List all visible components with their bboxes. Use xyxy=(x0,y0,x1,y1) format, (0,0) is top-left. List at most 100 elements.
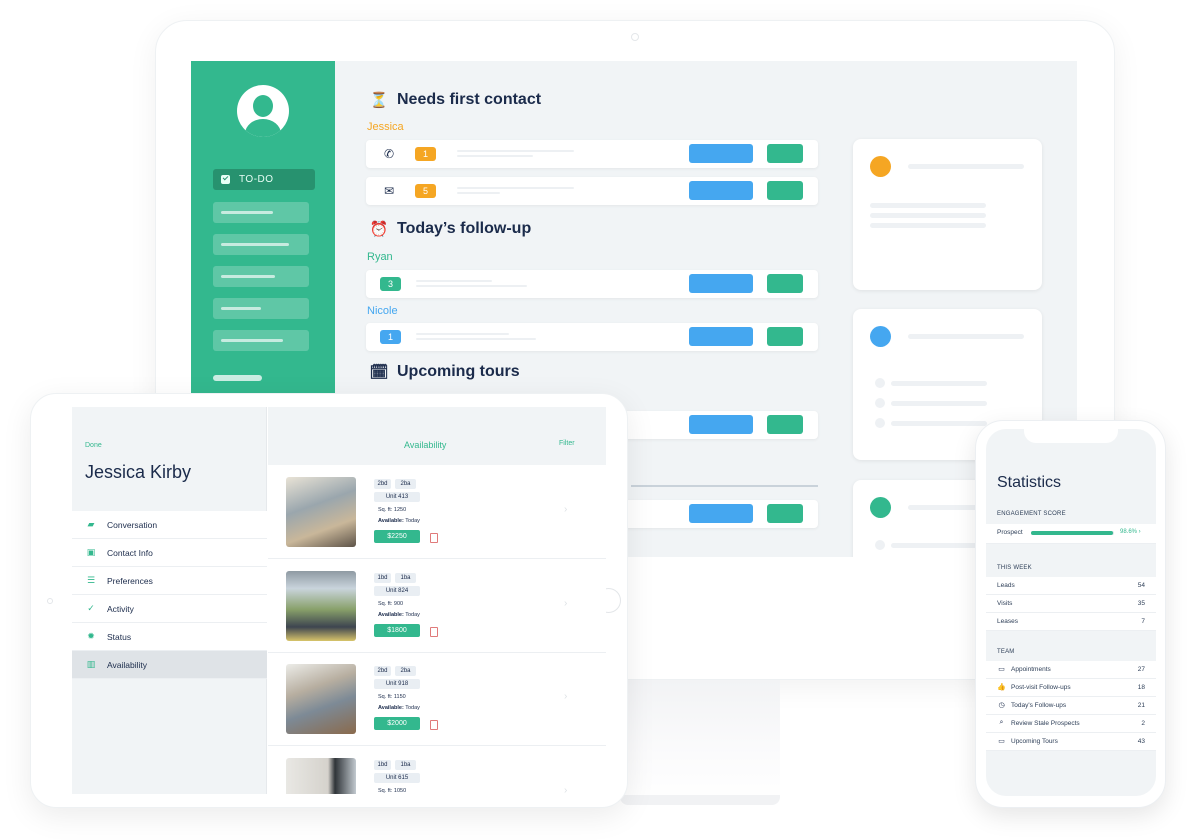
sidebar-item-label: TO-DO xyxy=(239,174,274,185)
engagement-progress-bar xyxy=(1031,531,1114,535)
tablet-screen: Done Jessica Kirby ▰ Conversation ▣ Cont… xyxy=(72,407,606,794)
pdf-icon[interactable] xyxy=(430,627,438,637)
menu-item-activity[interactable]: ✓ Activity xyxy=(72,595,267,623)
menu-item-contact-info[interactable]: ▣ Contact Info xyxy=(72,539,267,567)
availability-text: Available: Today xyxy=(378,705,420,711)
price-button[interactable]: $2000 xyxy=(374,717,420,730)
primary-action-button[interactable] xyxy=(689,144,753,163)
price-button[interactable]: $1800 xyxy=(374,624,420,637)
chevron-right-icon[interactable]: › xyxy=(564,785,567,794)
task-row[interactable]: ✉ 5 xyxy=(366,177,818,205)
availability-text: Available: Today xyxy=(378,612,420,618)
count-badge: 3 xyxy=(380,277,401,291)
status-dot-icon xyxy=(870,326,891,347)
secondary-action-button[interactable] xyxy=(767,274,803,293)
listing-photo xyxy=(286,664,356,734)
summary-card[interactable] xyxy=(853,139,1042,290)
primary-action-button[interactable] xyxy=(689,274,753,293)
id-card-icon: ▣ xyxy=(86,547,96,557)
gear-icon: ✹ xyxy=(87,631,95,641)
listing-row[interactable]: 1bd 1ba Unit 615 Sq. ft: 1050 › xyxy=(268,747,606,794)
sidebar-item[interactable] xyxy=(213,298,309,319)
phone-icon: ✆ xyxy=(384,147,395,161)
primary-action-button[interactable] xyxy=(689,415,753,434)
task-row[interactable]: 1 xyxy=(366,323,818,351)
sidebar-item[interactable] xyxy=(213,266,309,287)
count-badge: 1 xyxy=(415,147,436,161)
envelope-open-icon: ✉ xyxy=(384,184,395,198)
engagement-row[interactable]: Prospect 98.6% › xyxy=(986,524,1156,544)
team-row-todays-follow-ups[interactable]: ◷ Today's Follow-ups 21 xyxy=(986,697,1156,715)
team-row-post-visit[interactable]: 👍 Post-visit Follow-ups 18 xyxy=(986,679,1156,697)
hourglass-icon: ⏳ xyxy=(369,92,389,109)
baths-chip: 2ba xyxy=(395,666,416,676)
filter-button[interactable]: Filter xyxy=(559,440,575,447)
unit-chip: Unit 918 xyxy=(374,679,420,689)
sidebar-item[interactable] xyxy=(213,330,309,351)
engagement-progress-fill xyxy=(1031,531,1113,535)
unit-chip: Unit 824 xyxy=(374,586,420,596)
section-title-upcoming-tours: 🗓 Upcoming tours xyxy=(369,363,520,381)
listing-row[interactable]: 1bd 1ba Unit 824 Sq. ft: 900 Available: … xyxy=(268,560,606,653)
primary-action-button[interactable] xyxy=(689,504,753,523)
status-dot-icon xyxy=(870,156,891,177)
timer-icon: ◷ xyxy=(998,702,1005,709)
status-dot-icon xyxy=(870,497,891,518)
availability-title: Availability xyxy=(404,440,447,450)
team-row-review-stale[interactable]: ⌕ Review Stale Prospects 2 xyxy=(986,715,1156,733)
stat-row-visits[interactable]: Visits 35 xyxy=(986,595,1156,613)
menu-item-availability[interactable]: ▥ Availability xyxy=(72,651,267,679)
phone-device: Statistics ENGAGEMENT SCORE Prospect 98.… xyxy=(975,420,1166,808)
tablet-camera xyxy=(47,598,53,604)
secondary-action-button[interactable] xyxy=(767,327,803,346)
chat-icon: ▰ xyxy=(87,519,95,529)
user-avatar-icon[interactable] xyxy=(237,85,289,137)
chevron-right-icon[interactable]: › xyxy=(564,504,567,515)
phone-notch xyxy=(1024,429,1118,443)
chevron-right-icon[interactable]: › xyxy=(564,598,567,609)
primary-action-button[interactable] xyxy=(689,181,753,200)
secondary-action-button[interactable] xyxy=(767,415,803,434)
menu-item-status[interactable]: ✹ Status xyxy=(72,623,267,651)
agent-name: Jessica xyxy=(367,121,404,133)
client-panel: Done Jessica Kirby ▰ Conversation ▣ Cont… xyxy=(72,407,267,794)
section-title-todays-follow-up: ⏰ Today’s follow-up xyxy=(369,220,532,238)
pdf-icon[interactable] xyxy=(430,720,438,730)
primary-action-button[interactable] xyxy=(689,327,753,346)
team-row-upcoming-tours[interactable]: ▭ Upcoming Tours 43 xyxy=(986,733,1156,751)
secondary-action-button[interactable] xyxy=(767,144,803,163)
listing-photo xyxy=(286,758,356,794)
count-badge: 5 xyxy=(415,184,436,198)
sidebar-item[interactable] xyxy=(213,202,309,223)
listing-row[interactable]: 2bd 2ba Unit 918 Sq. ft: 1150 Available:… xyxy=(268,653,606,746)
price-button[interactable]: $2250 xyxy=(374,530,420,543)
sidebar-item[interactable] xyxy=(213,234,309,255)
beds-chip: 1bd xyxy=(374,760,391,770)
chevron-right-icon[interactable]: › xyxy=(564,691,567,702)
task-row[interactable]: 3 xyxy=(366,270,818,298)
done-button[interactable]: Done xyxy=(85,442,102,449)
menu-item-preferences[interactable]: ☰ Preferences xyxy=(72,567,267,595)
phone-screen: Statistics ENGAGEMENT SCORE Prospect 98.… xyxy=(986,429,1156,796)
team-row-appointments[interactable]: ▭ Appointments 27 xyxy=(986,661,1156,679)
listing-row[interactable]: 2bd 2ba Unit 413 Sq. ft: 1250 Available:… xyxy=(268,466,606,559)
sidebar-footer-item[interactable] xyxy=(213,375,262,381)
monitor-stand xyxy=(615,680,780,805)
check-double-icon: ✓ xyxy=(87,603,95,613)
secondary-action-button[interactable] xyxy=(767,504,803,523)
stat-row-leads[interactable]: Leads 54 xyxy=(986,577,1156,595)
statistics-title: Statistics xyxy=(997,474,1062,491)
baths-chip: 1ba xyxy=(395,760,416,770)
client-menu: ▰ Conversation ▣ Contact Info ☰ Preferen… xyxy=(72,511,267,679)
divider xyxy=(631,485,818,487)
camera-dot xyxy=(631,33,639,41)
stat-row-leases[interactable]: Leases 7 xyxy=(986,613,1156,631)
secondary-action-button[interactable] xyxy=(767,181,803,200)
calendar-icon: ▭ xyxy=(998,738,1005,745)
sidebar-item-todo[interactable]: TO-DO xyxy=(213,169,315,190)
menu-item-conversation[interactable]: ▰ Conversation xyxy=(72,511,267,539)
count-badge: 1 xyxy=(380,330,401,344)
baths-chip: 1ba xyxy=(395,573,416,583)
pdf-icon[interactable] xyxy=(430,533,438,543)
task-row[interactable]: ✆ 1 xyxy=(366,140,818,168)
